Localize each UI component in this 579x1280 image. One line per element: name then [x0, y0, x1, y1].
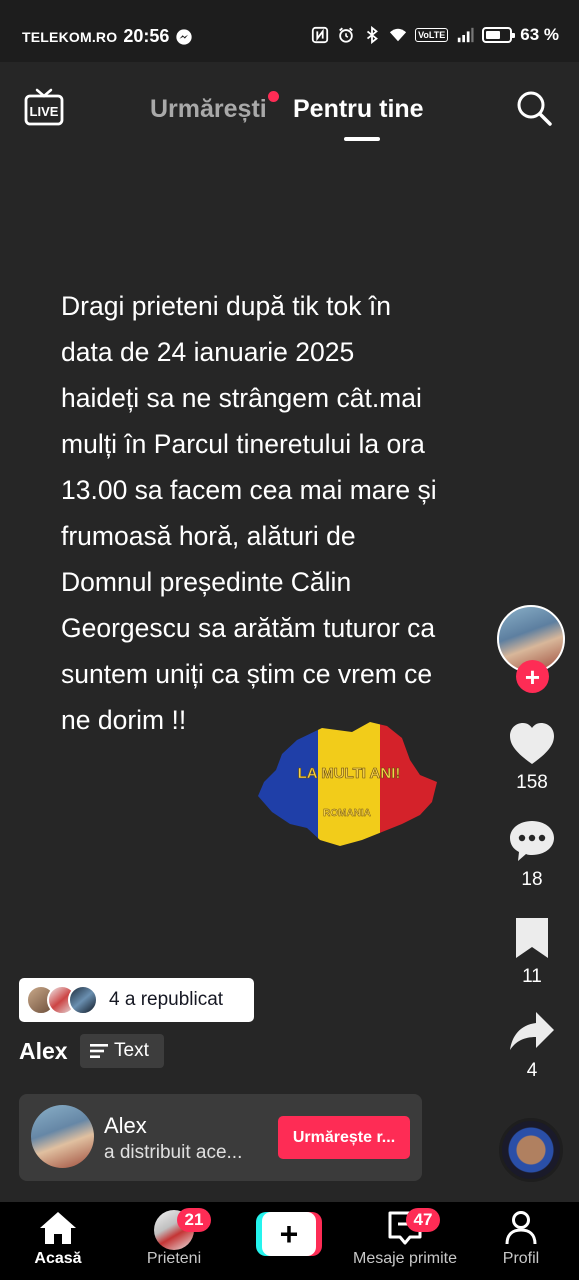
avatar — [68, 985, 98, 1015]
video-caption: Dragi prieteni după tik tok în data de 2… — [61, 291, 437, 735]
avatar[interactable] — [31, 1105, 94, 1168]
status-right: VoLTE 63 % — [311, 25, 559, 45]
share-count: 4 — [526, 1060, 538, 1081]
comment-icon[interactable] — [508, 819, 556, 863]
live-tv-icon[interactable]: LIVE — [24, 88, 64, 126]
nav-home-label: Acasă — [34, 1250, 82, 1267]
nav-home[interactable]: Acasă — [3, 1210, 113, 1268]
nfc-icon — [311, 26, 329, 44]
nav-friends[interactable]: Prieteni — [119, 1210, 229, 1268]
sharer-subtitle: a distribuit ace... — [104, 1142, 243, 1163]
volte-icon: VoLTE — [415, 28, 449, 42]
live-label: LIVE — [30, 104, 59, 119]
heart-icon[interactable] — [508, 722, 556, 766]
create-button[interactable]: + — [256, 1212, 322, 1256]
text-tag-label: Text — [114, 1040, 149, 1061]
bluetooth-icon — [367, 26, 379, 44]
status-left: TELEKOM.RO 20:56 — [22, 26, 193, 47]
comment-button[interactable]: 18 — [497, 819, 567, 891]
follow-button[interactable]: + — [516, 660, 549, 693]
notification-dot — [268, 91, 279, 102]
friends-badge: 21 — [177, 1208, 211, 1232]
repost-avatars — [26, 985, 98, 1015]
messenger-icon — [176, 28, 193, 45]
bottom-nav: Acasă Prieteni 21 + Mesaje primite 47 Pr… — [0, 1202, 579, 1280]
repost-bar[interactable]: 4 a republicat — [19, 978, 254, 1022]
romania-flag-map: LA MULTI ANI! ROMANIA — [258, 722, 437, 846]
nav-inbox-label: Mesaje primite — [352, 1250, 458, 1267]
clock: 20:56 — [123, 26, 170, 46]
save-count: 11 — [522, 966, 542, 987]
status-bar: TELEKOM.RO 20:56 VoLTE 63 % — [0, 0, 579, 62]
plus-icon[interactable]: + — [262, 1212, 316, 1256]
like-count: 158 — [516, 772, 548, 793]
battery-percent: 63 % — [520, 25, 559, 44]
battery-icon — [482, 27, 516, 43]
search-icon[interactable] — [515, 89, 553, 127]
home-icon[interactable] — [38, 1210, 78, 1246]
map-text-greeting: LA MULTI ANI! — [298, 765, 401, 782]
map-text-country: ROMANIA — [323, 808, 371, 819]
nav-inbox[interactable]: Mesaje primite — [350, 1210, 460, 1268]
repost-text: 4 a republicat — [109, 989, 224, 1010]
share-banner[interactable]: Alex a distribuit ace... Urmărește r... — [19, 1094, 422, 1181]
carrier-name: TELEKOM.RO — [22, 28, 118, 45]
share-button[interactable]: 4 — [497, 1010, 567, 1082]
nav-friends-label: Prieteni — [146, 1250, 202, 1267]
comment-count: 18 — [521, 869, 543, 890]
save-button[interactable]: 11 — [497, 916, 567, 988]
follow-back-button[interactable]: Urmărește r... — [278, 1116, 410, 1159]
text-post-tag: Text — [80, 1034, 164, 1068]
author-name[interactable]: Alex — [19, 1038, 68, 1065]
profile-icon[interactable] — [501, 1210, 541, 1246]
nav-profile-label: Profil — [502, 1250, 540, 1267]
share-arrow-icon[interactable] — [508, 1010, 556, 1054]
tab-for-you[interactable]: Pentru tine — [293, 95, 424, 124]
signal-icon — [458, 27, 474, 43]
top-nav: LIVE Urmărești Pentru tine — [0, 62, 579, 152]
nav-profile[interactable]: Profil — [466, 1210, 576, 1268]
sharer-name: Alex — [104, 1113, 147, 1138]
text-lines-icon — [90, 1044, 108, 1058]
inbox-badge: 47 — [406, 1208, 440, 1232]
music-disc-icon[interactable] — [499, 1118, 563, 1182]
alarm-icon — [339, 27, 353, 43]
wifi-icon — [389, 28, 407, 42]
bookmark-icon[interactable] — [508, 916, 556, 960]
like-button[interactable]: 158 — [497, 722, 567, 794]
active-tab-indicator — [344, 137, 380, 141]
tab-following[interactable]: Urmărești — [150, 95, 267, 124]
